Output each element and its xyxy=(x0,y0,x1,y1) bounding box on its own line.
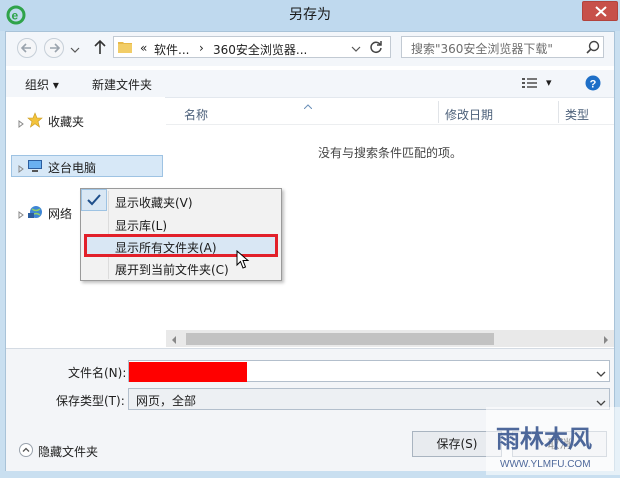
checkmark-icon xyxy=(87,194,101,206)
search-input[interactable]: 搜索"360安全浏览器下载" xyxy=(401,36,604,58)
chevron-down-icon xyxy=(351,46,361,52)
search-icon xyxy=(586,40,600,57)
scrollbar-thumb[interactable] xyxy=(186,333,494,345)
svg-text:?: ? xyxy=(590,79,597,91)
window-title: 另存为 xyxy=(289,7,331,23)
star-icon xyxy=(27,112,43,128)
nav-item-network[interactable]: 网络 xyxy=(48,205,72,222)
network-icon xyxy=(27,204,43,220)
column-divider[interactable] xyxy=(438,101,439,123)
nav-item-this-pc[interactable]: 这台电脑 xyxy=(48,159,96,176)
forward-button[interactable] xyxy=(44,38,64,58)
up-arrow-icon xyxy=(94,39,106,54)
breadcrumb-separator[interactable]: › xyxy=(199,41,204,55)
svg-text:WWW.YLMFU.COM: WWW.YLMFU.COM xyxy=(500,459,591,470)
column-divider[interactable] xyxy=(558,101,559,123)
column-date-modified[interactable]: 修改日期 xyxy=(445,106,493,123)
site-watermark-logo: 雨林木风 WWW.YLMFU.COM xyxy=(486,407,620,475)
details-view-icon xyxy=(522,78,537,88)
close-button[interactable] xyxy=(582,1,618,21)
organize-button[interactable]: 组织 ▾ xyxy=(25,76,59,93)
view-options-button[interactable] xyxy=(522,77,538,90)
check-indicator xyxy=(81,189,107,211)
folder-icon xyxy=(118,40,132,53)
nav-item-favorites[interactable]: 收藏夹 xyxy=(48,113,84,130)
chevron-down-icon xyxy=(596,396,606,406)
menu-item-show-libraries[interactable]: 显示库(L) xyxy=(115,217,167,234)
svg-text:雨林木风: 雨林木风 xyxy=(496,425,592,453)
filetype-label: 保存类型(T): xyxy=(56,394,125,408)
back-button[interactable] xyxy=(17,38,37,58)
view-dropdown[interactable]: ▾ xyxy=(546,76,552,89)
menu-item-expand-to-current[interactable]: 展开到当前文件夹(C) xyxy=(115,261,229,278)
address-dropdown[interactable] xyxy=(351,43,361,53)
breadcrumb-item-current[interactable]: 360安全浏览器... xyxy=(213,41,307,58)
mouse-cursor-icon xyxy=(236,249,250,270)
new-folder-button[interactable]: 新建文件夹 xyxy=(92,76,152,93)
expand-arrow-icon[interactable] xyxy=(17,117,25,128)
help-button[interactable]: ? xyxy=(585,75,601,91)
filename-dropdown[interactable] xyxy=(596,367,606,377)
up-button[interactable] xyxy=(93,39,107,55)
breadcrumb-item-software[interactable]: 软件... xyxy=(154,41,189,58)
expand-arrow-icon[interactable] xyxy=(17,208,25,219)
empty-message: 没有与搜索条件匹配的项。 xyxy=(318,146,463,160)
help-icon: ? xyxy=(585,75,601,91)
collapse-up-icon[interactable] xyxy=(19,443,33,457)
computer-icon xyxy=(27,158,43,174)
scroll-left-arrow-icon[interactable] xyxy=(170,334,178,344)
search-placeholder: 搜索"360安全浏览器下载" xyxy=(411,42,553,56)
back-arrow-icon xyxy=(20,43,31,53)
refresh-button[interactable] xyxy=(368,39,388,55)
forward-arrow-icon xyxy=(50,43,61,53)
scroll-right-arrow-icon[interactable] xyxy=(602,334,610,344)
column-header-row xyxy=(166,100,614,125)
refresh-icon xyxy=(370,41,382,54)
sort-indicator-icon xyxy=(303,98,313,110)
chevron-down-icon xyxy=(596,371,606,377)
hide-folders-button[interactable]: 隐藏文件夹 xyxy=(38,443,98,460)
menu-item-show-favorites[interactable]: 显示收藏夹(V) xyxy=(115,194,193,211)
chevron-down-icon xyxy=(70,47,80,53)
filename-label: 文件名(N): xyxy=(68,366,127,380)
close-icon xyxy=(595,6,607,17)
expand-arrow-icon[interactable] xyxy=(17,162,25,173)
menu-item-show-all-folders[interactable]: 显示所有文件夹(A) xyxy=(115,239,217,256)
recent-locations-dropdown[interactable] xyxy=(70,44,80,54)
column-name[interactable]: 名称 xyxy=(184,106,208,123)
column-type[interactable]: 类型 xyxy=(565,106,589,123)
redaction-box xyxy=(129,362,247,382)
breadcrumb-overflow[interactable]: « xyxy=(140,41,147,55)
filetype-value: 网页，全部 xyxy=(136,394,197,408)
